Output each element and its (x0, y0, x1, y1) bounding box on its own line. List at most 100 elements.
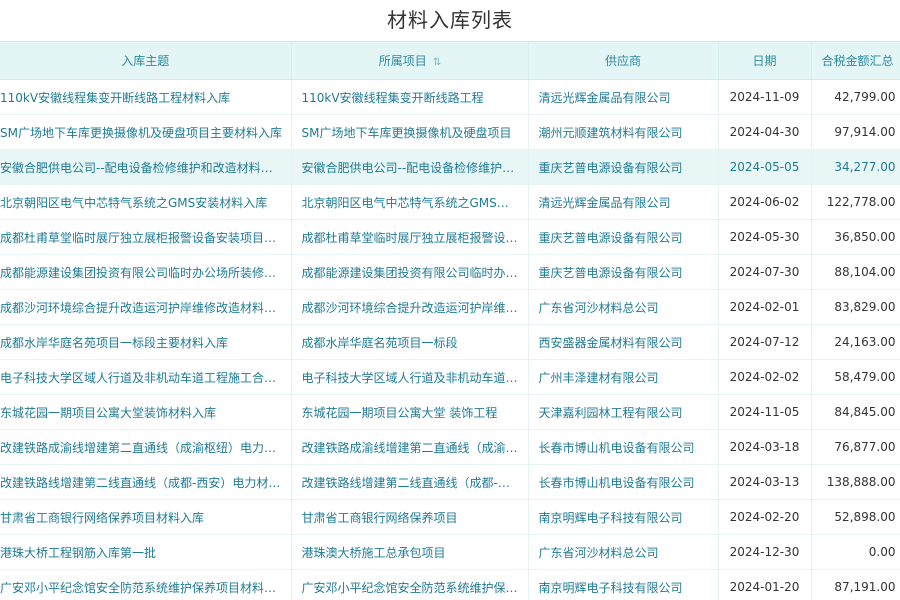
cell-amount: 83,829.00 (811, 289, 900, 325)
cell-supplier: 南京明辉电子科技有限公司 (528, 569, 719, 600)
table-row[interactable]: 110kV安徽线程集变开断线路工程材料入库 110kV安徽线程集变开断线路工程 清远… (0, 79, 900, 115)
cell-amount: 58,479.00 (811, 359, 900, 395)
cell-project: 电子科技大学区域人行道及非机动车道工程施工合同 (291, 359, 529, 395)
table-row[interactable]: 甘肃省工商银行网络保养项目材料入库 甘肃省工商银行网络保养项目 南京明辉电子科技有限… (0, 499, 900, 535)
table-row[interactable]: 港珠大桥工程钢筋入库第一批 港珠澳大桥施工总承包项目 广东省河沙材料总公司 2024-… (0, 534, 900, 570)
cell-theme: 广安邓小平纪念馆安全防范系统维护保养项目材料入库 (0, 569, 292, 600)
cell-project: 成都能源建设集团投资有限公司临时办公场所装修项目 (291, 254, 529, 290)
cell-amount: 34,277.00 (811, 149, 900, 185)
cell-theme: 改建铁路线增建第二线直通线（成都-西安）电力材料入库 (0, 464, 292, 500)
cell-date: 2024-05-05 (718, 149, 812, 185)
table-row[interactable]: 广安邓小平纪念馆安全防范系统维护保养项目材料入库 广安邓小平纪念馆安全防范系统维护… (0, 569, 900, 600)
cell-theme: 改建铁路成渝线增建第二直通线（成渝枢纽）电力材料入库 (0, 429, 292, 465)
sort-icon[interactable]: ⇅ (433, 57, 441, 68)
column-header-date[interactable]: 日期 (718, 41, 812, 80)
cell-date: 2024-02-01 (718, 289, 812, 325)
cell-date: 2024-03-13 (718, 464, 812, 500)
cell-theme: 电子科技大学区域人行道及非机动车道工程施工合同材料入库 (0, 359, 292, 395)
cell-theme: SM广场地下车库更换摄像机及硬盘项目主要材料入库 (0, 114, 292, 150)
cell-project: 成都沙河环境综合提升改造运河护岸维修改造 (291, 289, 529, 325)
cell-supplier: 南京明辉电子科技有限公司 (528, 499, 719, 535)
cell-project: 110kV安徽线程集变开断线路工程 (291, 79, 529, 115)
cell-supplier: 长春市博山机电设备有限公司 (528, 464, 719, 500)
cell-amount: 84,845.00 (811, 394, 900, 430)
cell-supplier: 清远光辉金属品有限公司 (528, 184, 719, 220)
cell-project: 广安邓小平纪念馆安全防范系统维护保养项目 (291, 569, 529, 600)
cell-supplier: 天津嘉利园林工程有限公司 (528, 394, 719, 430)
column-header-amount[interactable]: 合税金额汇总 (811, 41, 900, 80)
column-header-label: 日期 (752, 54, 777, 68)
cell-supplier: 重庆艺普电源设备有限公司 (528, 149, 719, 185)
column-header-theme[interactable]: 入库主题 (0, 41, 292, 80)
cell-amount: 52,898.00 (811, 499, 900, 535)
table-row[interactable]: 成都能源建设集团投资有限公司临时办公场所装修项目材料入库成都能源建设集团投资有限… (0, 254, 900, 290)
cell-project: 安徽合肥供电公司--配电设备检修维护和改造 (291, 149, 529, 185)
table-row[interactable]: 北京朝阳区电气中芯特气系统之GMS安装材料入库 北京朝阳区电气中芯特气系统之GMS… (0, 184, 900, 220)
cell-date: 2024-02-20 (718, 499, 812, 535)
cell-supplier: 广州丰泽建材有限公司 (528, 359, 719, 395)
cell-theme: 安徽合肥供电公司--配电设备检修维护和改造材料入库 (0, 149, 292, 185)
cell-date: 2024-11-09 (718, 79, 812, 115)
cell-date: 2024-02-02 (718, 359, 812, 395)
cell-project: 成都水岸华庭名苑项目一标段 (291, 324, 529, 360)
cell-theme: 成都沙河环境综合提升改造运河护岸维修改造材料入库 (0, 289, 292, 325)
cell-date: 2024-03-18 (718, 429, 812, 465)
cell-project: 东城花园一期项目公寓大堂 装饰工程 (291, 394, 529, 430)
table-row[interactable]: 安徽合肥供电公司--配电设备检修维护和改造材料入库 安徽合肥供电公司--配电设备检… (0, 149, 900, 185)
cell-theme: 成都能源建设集团投资有限公司临时办公场所装修项目材料入库 (0, 254, 292, 290)
cell-supplier: 重庆艺普电源设备有限公司 (528, 219, 719, 255)
cell-theme: 北京朝阳区电气中芯特气系统之GMS安装材料入库 (0, 184, 292, 220)
cell-supplier: 长春市博山机电设备有限公司 (528, 429, 719, 465)
cell-date: 2024-07-12 (718, 324, 812, 360)
cell-project: 北京朝阳区电气中芯特气系统之GMS安装 (291, 184, 529, 220)
cell-date: 2024-04-30 (718, 114, 812, 150)
cell-supplier: 清远光辉金属品有限公司 (528, 79, 719, 115)
cell-theme: 港珠大桥工程钢筋入库第一批 (0, 534, 292, 570)
cell-amount: 36,850.00 (811, 219, 900, 255)
table-row[interactable]: 东城花园一期项目公寓大堂装饰材料入库 东城花园一期项目公寓大堂 装饰工程 天津嘉利园… (0, 394, 900, 430)
material-inbound-table: 入库主题 所属项目 ⇅ 供应商 日期 合税金额汇总 110kV安徽线程集变开断线路… (0, 41, 900, 600)
cell-project: 成都杜甫草堂临时展厅独立展柜报警设备安装项目 (291, 219, 529, 255)
table-header-row: 入库主题 所属项目 ⇅ 供应商 日期 合税金额汇总 (0, 41, 900, 80)
cell-date: 2024-05-30 (718, 219, 812, 255)
cell-date: 2024-06-02 (718, 184, 812, 220)
cell-theme: 甘肃省工商银行网络保养项目材料入库 (0, 499, 292, 535)
cell-project: 改建铁路成渝线增建第二直通线（成渝枢纽） (291, 429, 529, 465)
cell-supplier: 广东省河沙材料总公司 (528, 534, 719, 570)
cell-amount: 138,888.00 (811, 464, 900, 500)
column-header-label: 合税金额汇总 (821, 54, 894, 68)
cell-amount: 42,799.00 (811, 79, 900, 115)
cell-project: 港珠澳大桥施工总承包项目 (291, 534, 529, 570)
column-header-project[interactable]: 所属项目 ⇅ (291, 41, 529, 80)
table-row[interactable]: 成都水岸华庭名苑项目一标段主要材料入库 成都水岸华庭名苑项目一标段 西安盛器金属材料… (0, 324, 900, 360)
cell-amount: 97,914.00 (811, 114, 900, 150)
cell-theme: 成都杜甫草堂临时展厅独立展柜报警设备安装项目材料入库 (0, 219, 292, 255)
table-row[interactable]: 改建铁路线增建第二线直通线（成都-西安）电力材料入库 改建铁路线增建第二线直通线（… (0, 464, 900, 500)
cell-date: 2024-07-30 (718, 254, 812, 290)
page-title: 材料入库列表 (387, 8, 513, 32)
cell-supplier: 西安盛器金属材料有限公司 (528, 324, 719, 360)
cell-amount: 76,877.00 (811, 429, 900, 465)
cell-amount: 122,778.00 (811, 184, 900, 220)
cell-project: 改建铁路线增建第二线直通线（成都-西安） (291, 464, 529, 500)
cell-supplier: 广东省河沙材料总公司 (528, 289, 719, 325)
column-header-label: 入库主题 (121, 54, 170, 68)
cell-amount: 24,163.00 (811, 324, 900, 360)
cell-theme: 东城花园一期项目公寓大堂装饰材料入库 (0, 394, 292, 430)
cell-project: 甘肃省工商银行网络保养项目 (291, 499, 529, 535)
table-row[interactable]: 改建铁路成渝线增建第二直通线（成渝枢纽）电力材料入库 改建铁路成渝线增建第二直通线… (0, 429, 900, 465)
cell-amount: 88,104.00 (811, 254, 900, 290)
cell-date: 2024-11-05 (718, 394, 812, 430)
cell-amount: 0.00 (811, 534, 900, 570)
table-row[interactable]: 电子科技大学区域人行道及非机动车道工程施工合同材料入库电子科技大学区域人行道及非… (0, 359, 900, 395)
table-row[interactable]: SM广场地下车库更换摄像机及硬盘项目主要材料入库 SM广场地下车库更换摄像机及硬盘… (0, 114, 900, 150)
cell-date: 2024-12-30 (718, 534, 812, 570)
cell-supplier: 重庆艺普电源设备有限公司 (528, 254, 719, 290)
cell-date: 2024-01-20 (718, 569, 812, 600)
column-header-label: 供应商 (604, 54, 641, 68)
cell-project: SM广场地下车库更换摄像机及硬盘项目 (291, 114, 529, 150)
column-header-supplier[interactable]: 供应商 (528, 41, 719, 80)
table-row[interactable]: 成都沙河环境综合提升改造运河护岸维修改造材料入库 成都沙河环境综合提升改造运河护岸… (0, 289, 900, 325)
cell-theme: 成都水岸华庭名苑项目一标段主要材料入库 (0, 324, 292, 360)
table-row[interactable]: 成都杜甫草堂临时展厅独立展柜报警设备安装项目材料入库 成都杜甫草堂临时展厅独立展柜… (0, 219, 900, 255)
